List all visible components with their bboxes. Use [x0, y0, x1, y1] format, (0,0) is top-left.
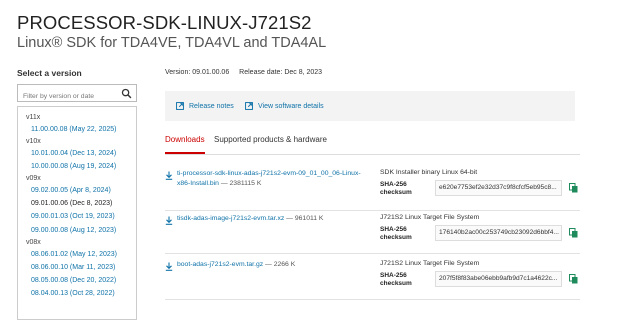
version-group-label: v08x: [26, 238, 41, 246]
page-title: PROCESSOR-SDK-LINUX-J721S2: [17, 12, 312, 33]
select-version-label: Select a version: [17, 68, 82, 78]
version-item[interactable]: 09.00.00.08 (Aug 12, 2023): [18, 224, 136, 237]
version-item[interactable]: 08.06.01.02 (May 12, 2023): [18, 248, 136, 261]
version-item[interactable]: 09.00.01.03 (Oct 19, 2023): [18, 210, 136, 223]
resource-links: Release notes View software details: [165, 91, 575, 121]
version-item[interactable]: 08.04.00.13 (Oct 28, 2022): [18, 287, 136, 300]
version-group-label: v11x: [26, 114, 41, 121]
version-list: v11x 11.00.00.08 (May 22, 2025) v10x 10.…: [17, 106, 137, 320]
sha-label-line2: checksum: [380, 189, 412, 196]
sha-label-line2: checksum: [380, 280, 412, 287]
sha-label: SHA-256 checksum: [380, 272, 412, 288]
release-notes-label: Release notes: [189, 102, 234, 110]
file-name[interactable]: boot-adas-j721s2-evm.tar.gz: [177, 261, 263, 268]
sha-checksum-value[interactable]: e620e7753ef2e32d37c9f8cfcf5eb95c8...: [435, 180, 562, 196]
software-details-link[interactable]: View software details: [245, 102, 324, 110]
copy-icon[interactable]: [569, 228, 578, 238]
sha-checksum-value[interactable]: 207f5f8f83abe06ebb9afb9d7c1a4622c...: [435, 271, 562, 287]
version-item[interactable]: 09.02.00.05 (Apr 8, 2024): [18, 184, 136, 197]
tab-downloads[interactable]: Downloads: [165, 135, 205, 154]
version-item-selected[interactable]: 09.01.00.06 (Dec 8, 2023): [18, 197, 136, 210]
version-filter-input[interactable]: [18, 88, 118, 105]
version-item[interactable]: 10.01.00.04 (Dec 13, 2024): [18, 147, 136, 160]
sha-label-line1: SHA-256: [380, 272, 407, 279]
download-icon[interactable]: [165, 171, 173, 180]
sha-label-line1: SHA-256: [380, 226, 407, 233]
download-row: ti-processor-sdk-linux-adas-j721s2-evm-0…: [165, 169, 580, 215]
version-item[interactable]: 08.05.00.08 (Dec 20, 2022): [18, 274, 136, 287]
version-filter[interactable]: [17, 84, 137, 105]
file-size: — 2381115 K: [220, 180, 262, 187]
tab-supported-products[interactable]: Supported products & hardware: [214, 135, 327, 154]
download-icon[interactable]: [165, 216, 173, 225]
file-description: J721S2 Linux Target File System: [380, 260, 480, 267]
tab-bar: Downloads Supported products & hardware: [165, 135, 580, 155]
release-date-text: Release date: Dec 8, 2023: [239, 69, 323, 76]
release-meta: Version: 09.01.00.06 Release date: Dec 8…: [165, 69, 330, 76]
version-item[interactable]: 08.06.00.10 (Mar 11, 2023): [18, 261, 136, 274]
external-link-icon: [245, 102, 253, 110]
file-size: — 2266 K: [265, 261, 296, 268]
row-divider: [165, 253, 580, 254]
software-details-label: View software details: [258, 102, 324, 110]
copy-icon[interactable]: [569, 183, 578, 193]
row-divider: [165, 299, 580, 300]
version-item[interactable]: 11.00.00.08 (May 22, 2025): [18, 123, 136, 136]
search-icon[interactable]: [121, 88, 132, 99]
download-file-link[interactable]: tisdk-adas-image-j721s2-evm.tar.xz — 961…: [177, 214, 372, 224]
external-link-icon: [176, 102, 184, 110]
release-notes-link[interactable]: Release notes: [176, 102, 234, 110]
sha-checksum-value[interactable]: 176140b2ac00c253749cb23092d6bbf4...: [435, 225, 562, 241]
sha-label: SHA-256 checksum: [380, 226, 412, 242]
row-divider: [165, 210, 580, 211]
file-description: SDK Installer binary Linux 64-bit: [380, 169, 478, 176]
download-file-link[interactable]: boot-adas-j721s2-evm.tar.gz — 2266 K: [177, 260, 372, 270]
version-text: Version: 09.01.00.06: [165, 69, 230, 76]
file-name[interactable]: ti-processor-sdk-linux-adas-j721s2-evm-0…: [177, 170, 361, 187]
page-subtitle: Linux® SDK for TDA4VE, TDA4VL and TDA4AL: [17, 35, 327, 51]
download-icon[interactable]: [165, 262, 173, 271]
file-name[interactable]: tisdk-adas-image-j721s2-evm.tar.xz: [177, 215, 284, 222]
sha-label-line2: checksum: [380, 234, 412, 241]
version-group-label: v10x: [26, 138, 41, 146]
sha-label-line1: SHA-256: [380, 181, 407, 188]
copy-icon[interactable]: [569, 274, 578, 284]
download-file-link[interactable]: ti-processor-sdk-linux-adas-j721s2-evm-0…: [177, 169, 372, 189]
sha-label: SHA-256 checksum: [380, 181, 412, 197]
file-description: J721S2 Linux Target File System: [380, 214, 480, 221]
version-item[interactable]: 10.00.00.08 (Aug 19, 2024): [18, 160, 136, 173]
version-group-label: v09x: [26, 175, 41, 183]
file-size: — 961011 K: [286, 215, 324, 222]
